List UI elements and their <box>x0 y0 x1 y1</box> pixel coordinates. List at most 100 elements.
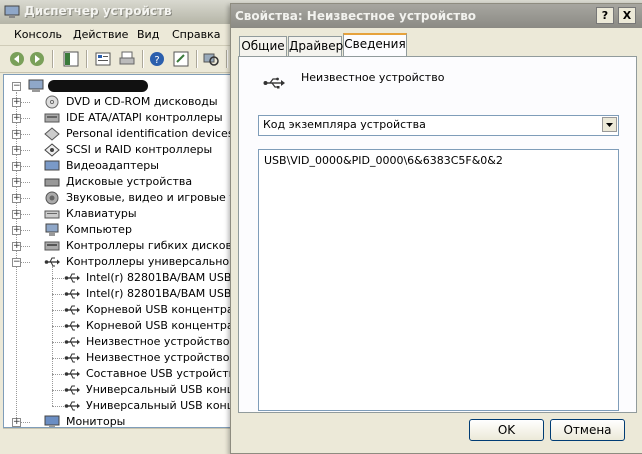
tree-node[interactable]: + Клавиатуры <box>12 206 240 222</box>
redacted-computer-name <box>48 80 148 92</box>
expand-toggle[interactable]: + <box>12 146 21 155</box>
tree-node-label: IDE ATA/ATAPI контроллеры <box>66 111 223 124</box>
ide-controller-icon <box>44 113 60 123</box>
tree-node[interactable]: + Звуковые, видео и игровые устр <box>12 190 255 206</box>
computer-icon <box>45 223 59 236</box>
device-manager-title: Диспетчер устройств <box>24 4 172 18</box>
tree-child-node[interactable]: Универсальный USB концент <box>64 382 255 398</box>
tree-child-node[interactable]: Корневой USB концентратор <box>64 318 254 334</box>
tree-node-label: Мониторы <box>66 415 126 428</box>
expand-toggle[interactable]: + <box>12 162 21 171</box>
help-icon[interactable]: ? <box>148 50 166 68</box>
chevron-down-icon[interactable] <box>602 117 617 132</box>
expand-toggle[interactable]: + <box>12 178 21 187</box>
computer-icon <box>28 79 44 92</box>
tab-details[interactable]: Сведения <box>343 33 407 56</box>
close-button[interactable]: X <box>618 7 636 24</box>
tree-child-node[interactable]: Универсальный USB концент <box>64 398 255 414</box>
collapse-toggle[interactable]: − <box>12 258 21 267</box>
tree-child-node[interactable]: Корневой USB концентратор <box>64 302 254 318</box>
tree-node-label: SCSI и RAID контроллеры <box>66 143 213 156</box>
dialog-title: Свойства: Неизвестное устройство <box>235 9 477 23</box>
device-name: Неизвестное устройство <box>301 71 445 84</box>
tree-node-label: DVD и CD-ROM дисководы <box>66 95 218 108</box>
tab-driver[interactable]: Драйвер <box>288 36 343 56</box>
tree-node[interactable]: + Дисковые устройства <box>12 174 240 190</box>
print-icon[interactable] <box>118 50 136 68</box>
usb-device-icon <box>64 289 80 299</box>
tree-node[interactable]: + Компьютер <box>12 222 240 238</box>
usb-icon <box>263 77 285 89</box>
tree-node-label: Компьютер <box>66 223 132 236</box>
property-select[interactable]: Код экземпляра устройства <box>258 115 619 136</box>
ok-button[interactable]: OK <box>469 419 544 441</box>
tree-child-label: Неизвестное устройство <box>86 335 230 348</box>
scan-hardware-icon[interactable] <box>202 50 220 68</box>
tree-child-node[interactable]: Неизвестное устройство <box>64 334 240 350</box>
forward-arrow-icon[interactable] <box>28 50 46 68</box>
monitor-icon <box>44 415 60 427</box>
tree-node-label: Контроллеры гибких дисков <box>66 239 233 252</box>
usb-device-icon <box>64 321 80 331</box>
expand-toggle[interactable]: + <box>12 210 21 219</box>
expand-toggle[interactable]: + <box>12 98 21 107</box>
usb-device-icon <box>64 273 80 283</box>
expand-toggle[interactable]: + <box>12 194 21 203</box>
tree-child-node[interactable]: Неизвестное устройство <box>64 350 240 366</box>
floppy-controller-icon <box>44 241 60 251</box>
cancel-button[interactable]: Отмена <box>550 419 625 441</box>
tree-node-label: Дисковые устройства <box>66 175 193 188</box>
usb-device-icon <box>64 369 80 379</box>
dialog-titlebar[interactable]: Свойства: Неизвестное устройство ? X <box>231 4 642 28</box>
menu-view[interactable]: Вид <box>137 28 159 41</box>
tree-node[interactable]: + Видеоадаптеры <box>12 158 240 174</box>
svg-text:?: ? <box>154 55 159 66</box>
help-button[interactable]: ? <box>596 7 614 24</box>
tree-node-label: Звуковые, видео и игровые устр <box>66 191 256 204</box>
tree-child-label: Неизвестное устройство <box>86 351 230 364</box>
tree-root[interactable]: − <box>12 78 212 94</box>
usb-device-icon <box>64 401 80 411</box>
tree-node-label: Видеоадаптеры <box>66 159 159 172</box>
menu-help[interactable]: Справка <box>172 28 220 41</box>
sound-device-icon <box>45 191 59 205</box>
tree-child-node[interactable]: Intel(r) 82801BA/BAM USB уни <box>64 286 256 302</box>
tree-node[interactable]: + Мониторы <box>12 414 240 428</box>
tree-child-node[interactable]: Intel(r) 82801BA/BAM USB уни <box>64 270 256 286</box>
tree-node[interactable]: + Personal identification devices <box>12 126 240 142</box>
tree-node[interactable]: − Контроллеры универсальной по <box>12 254 254 270</box>
tree-node[interactable]: + IDE ATA/ATAPI контроллеры <box>12 110 240 126</box>
identification-device-icon <box>44 127 60 141</box>
export-list-icon[interactable] <box>172 50 190 68</box>
scsi-controller-icon <box>44 143 60 157</box>
tree-child-label: Корневой USB концентратор <box>86 303 254 316</box>
properties-dialog: Свойства: Неизвестное устройство ? X Общ… <box>230 3 642 454</box>
usb-device-icon <box>64 353 80 363</box>
tab-general[interactable]: Общие <box>239 36 287 56</box>
properties-icon[interactable] <box>94 50 112 68</box>
keyboard-icon <box>44 210 60 219</box>
property-select-value: Код экземпляра устройства <box>263 118 426 131</box>
menu-action[interactable]: Действие <box>73 28 128 41</box>
tree-node[interactable]: + DVD и CD-ROM дисководы <box>12 94 240 110</box>
usb-device-icon <box>64 305 80 315</box>
dvd-drive-icon <box>45 95 59 109</box>
tree-node[interactable]: + SCSI и RAID контроллеры <box>12 142 240 158</box>
collapse-toggle[interactable]: − <box>12 82 21 91</box>
property-value-list[interactable]: USB\VID_0000&PID_0000\6&6383C5F&0&2 <box>258 149 619 411</box>
show-hide-tree-icon[interactable] <box>62 50 80 68</box>
back-arrow-icon[interactable] <box>8 50 26 68</box>
expand-toggle[interactable]: + <box>12 226 21 235</box>
tree-child-label: Корневой USB концентратор <box>86 319 254 332</box>
tree-child-label: Составное USB устройство <box>86 367 242 380</box>
tree-node-label: Клавиатуры <box>66 207 137 220</box>
tree-child-node[interactable]: Составное USB устройство <box>64 366 242 382</box>
property-value[interactable]: USB\VID_0000&PID_0000\6&6383C5F&0&2 <box>264 154 503 167</box>
expand-toggle[interactable]: + <box>12 242 21 251</box>
expand-toggle[interactable]: + <box>12 114 21 123</box>
menu-console[interactable]: Консоль <box>14 28 62 41</box>
expand-toggle[interactable]: + <box>12 418 21 427</box>
details-panel: Неизвестное устройство Код экземпляра ус… <box>238 56 637 413</box>
expand-toggle[interactable]: + <box>12 130 21 139</box>
tree-node[interactable]: + Контроллеры гибких дисков <box>12 238 240 254</box>
